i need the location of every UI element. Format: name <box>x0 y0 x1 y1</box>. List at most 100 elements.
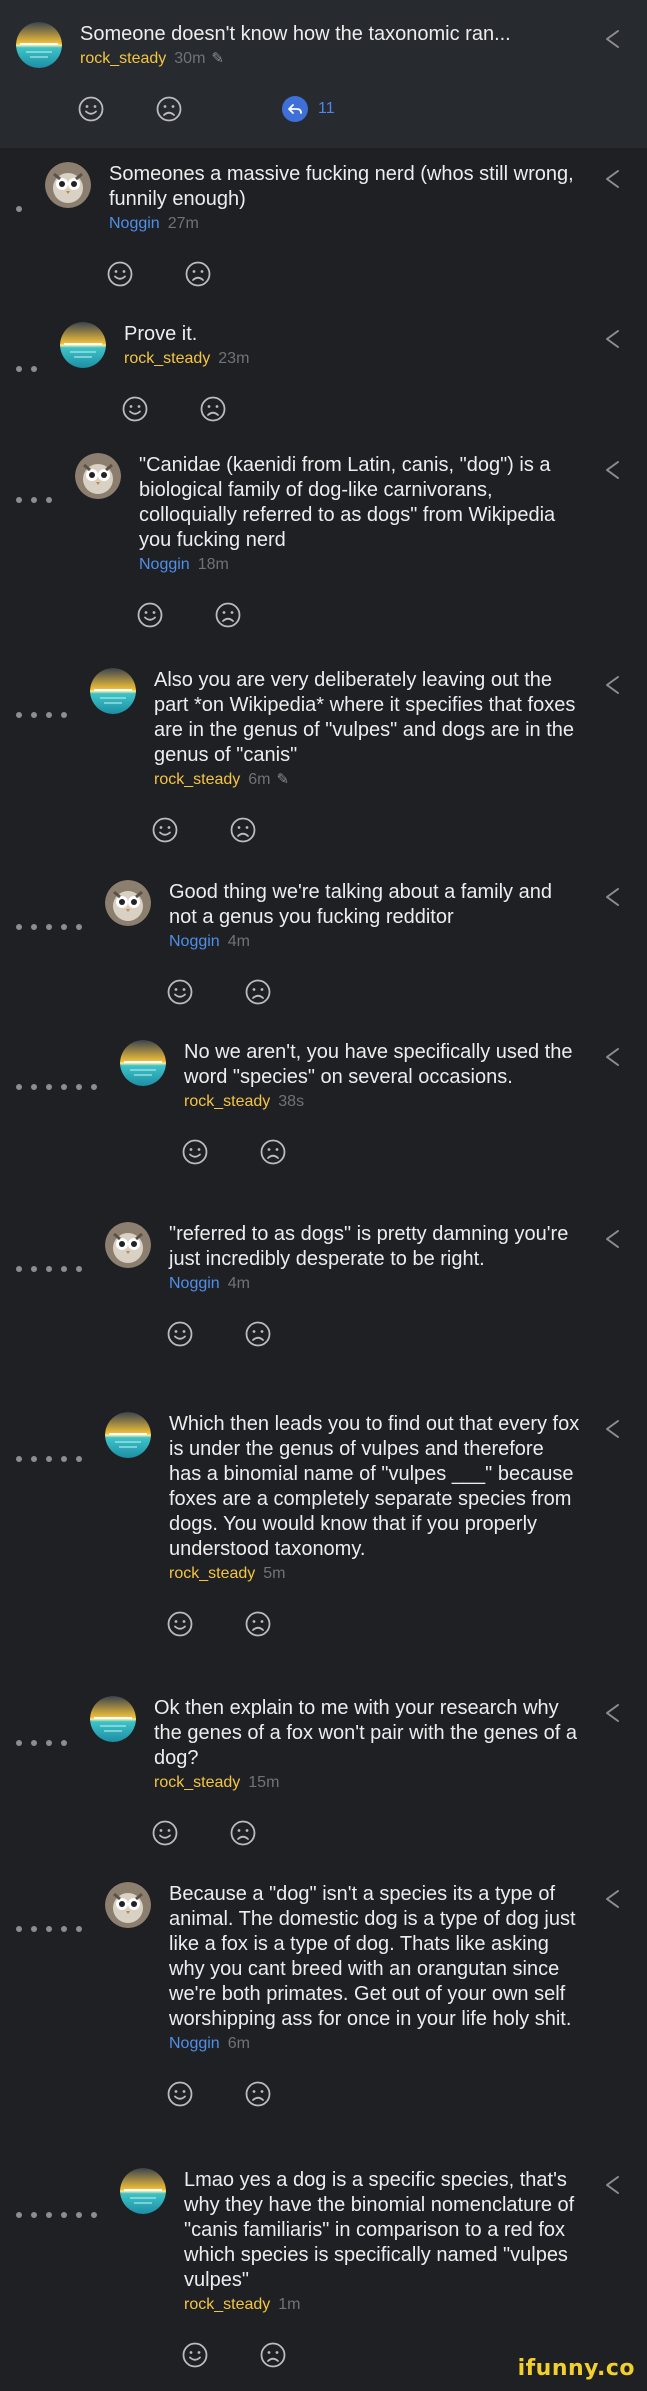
timestamp: 27m <box>167 215 199 232</box>
replies-button[interactable]: 11 <box>282 96 335 122</box>
username-link[interactable]: rock_steady <box>124 350 210 367</box>
reply-arrow-icon[interactable] <box>603 328 621 350</box>
thread-depth-dots <box>16 206 22 212</box>
username-link[interactable]: rock_steady <box>154 1774 240 1791</box>
frown-icon[interactable] <box>245 979 271 1005</box>
sunset-avatar[interactable] <box>105 1412 151 1458</box>
depth-dot <box>31 2212 37 2218</box>
frown-icon[interactable] <box>245 1321 271 1347</box>
reply-arrow-icon[interactable] <box>603 1228 621 1250</box>
timestamp: 15m <box>248 1774 280 1791</box>
frown-icon[interactable] <box>245 2081 271 2107</box>
owl-avatar[interactable] <box>105 880 151 926</box>
reply-arrow-icon[interactable] <box>603 459 621 481</box>
smile-icon[interactable] <box>78 96 104 122</box>
depth-dot <box>61 2212 67 2218</box>
comment-body: "referred to as dogs" is pretty damning … <box>169 1222 580 1295</box>
reaction-row <box>182 2342 338 2368</box>
smile-icon[interactable] <box>152 817 178 843</box>
frown-icon[interactable] <box>200 396 226 422</box>
frown-icon[interactable] <box>230 1820 256 1846</box>
frown-icon[interactable] <box>156 96 182 122</box>
smile-icon[interactable] <box>167 2081 193 2107</box>
comment-text: Which then leads you to find out that ev… <box>169 1413 580 1560</box>
comment-body: Lmao yes a dog is a specific species, th… <box>184 2168 580 2316</box>
comment-meta: Noggin 4m <box>169 1273 580 1295</box>
smile-icon[interactable] <box>152 1820 178 1846</box>
username-link[interactable]: rock_steady <box>169 1565 255 1582</box>
smile-icon[interactable] <box>182 1139 208 1165</box>
owl-avatar[interactable] <box>75 453 121 499</box>
reply-count: 11 <box>318 100 335 117</box>
depth-dot <box>46 1740 52 1746</box>
reply-arrow-icon[interactable] <box>603 28 621 50</box>
comment-body: Prove it. rock_steady 23m <box>124 322 580 370</box>
comment-text: "referred to as dogs" is pretty damning … <box>169 1223 569 1270</box>
smile-icon[interactable] <box>137 602 163 628</box>
smile-icon[interactable] <box>167 1611 193 1637</box>
frown-icon[interactable] <box>185 261 211 287</box>
depth-dot <box>46 2212 52 2218</box>
comment-body: No we aren't, you have specifically used… <box>184 1040 580 1113</box>
sunset-avatar[interactable] <box>120 2168 166 2214</box>
reply-arrow-icon[interactable] <box>603 1888 621 1910</box>
reaction-row <box>152 1820 308 1846</box>
depth-dot <box>16 2212 22 2218</box>
owl-avatar[interactable] <box>105 1882 151 1928</box>
depth-dot <box>16 497 22 503</box>
frown-icon[interactable] <box>260 2342 286 2368</box>
username-link[interactable]: Noggin <box>169 933 220 950</box>
frown-icon[interactable] <box>215 602 241 628</box>
comment-text: Because a "dog" isn't a species its a ty… <box>169 1883 576 2030</box>
smile-icon[interactable] <box>167 979 193 1005</box>
smile-icon[interactable] <box>182 2342 208 2368</box>
comment-meta: rock_steady 23m <box>124 348 580 370</box>
sunset-avatar[interactable] <box>60 322 106 368</box>
smile-icon[interactable] <box>107 261 133 287</box>
username-link[interactable]: rock_steady <box>80 50 166 67</box>
frown-icon[interactable] <box>260 1139 286 1165</box>
depth-dot <box>16 1740 22 1746</box>
sunset-avatar[interactable] <box>90 668 136 714</box>
timestamp: 5m <box>263 1565 286 1582</box>
owl-avatar[interactable] <box>45 162 91 208</box>
reaction-row <box>152 817 308 843</box>
thread-depth-dots <box>16 1926 82 1932</box>
reply-arrow-icon[interactable] <box>603 1418 621 1440</box>
comment-text: No we aren't, you have specifically used… <box>184 1041 573 1088</box>
sunset-avatar[interactable] <box>90 1696 136 1742</box>
username-link[interactable]: Noggin <box>169 2035 220 2052</box>
reply-arrow-icon[interactable] <box>603 2174 621 2196</box>
comment-body: Also you are very deliberately leaving o… <box>154 668 580 791</box>
reaction-row <box>182 1139 338 1165</box>
frown-icon[interactable] <box>230 817 256 843</box>
reply-arrow-icon[interactable] <box>603 168 621 190</box>
frown-icon[interactable] <box>245 1611 271 1637</box>
sunset-avatar[interactable] <box>16 22 62 68</box>
comment-text: Lmao yes a dog is a specific species, th… <box>184 2169 575 2291</box>
username-link[interactable]: Noggin <box>109 215 160 232</box>
thread-depth-dots <box>16 2212 97 2218</box>
reply-arrow-icon[interactable] <box>603 886 621 908</box>
reply-arrow-icon[interactable] <box>603 674 621 696</box>
reaction-row <box>122 396 278 422</box>
username-link[interactable]: Noggin <box>169 1275 220 1292</box>
comment-body: Which then leads you to find out that ev… <box>169 1412 580 1585</box>
sunset-avatar[interactable] <box>120 1040 166 1086</box>
smile-icon[interactable] <box>167 1321 193 1347</box>
comment-body: Someone doesn't know how the taxonomic r… <box>80 22 580 70</box>
comment-meta: rock_steady 1m <box>184 2294 580 2316</box>
owl-avatar[interactable] <box>105 1222 151 1268</box>
comment-text: Good thing we're talking about a family … <box>169 881 552 928</box>
depth-dot <box>46 712 52 718</box>
username-link[interactable]: rock_steady <box>184 1093 270 1110</box>
username-link[interactable]: Noggin <box>139 556 190 573</box>
username-link[interactable]: rock_steady <box>184 2296 270 2313</box>
reaction-row: 11 <box>78 96 335 122</box>
username-link[interactable]: rock_steady <box>154 771 240 788</box>
timestamp: 38s <box>278 1093 305 1110</box>
reply-arrow-icon[interactable] <box>603 1046 621 1068</box>
smile-icon[interactable] <box>122 396 148 422</box>
thread-depth-dots <box>16 924 82 930</box>
reply-arrow-icon[interactable] <box>603 1702 621 1724</box>
